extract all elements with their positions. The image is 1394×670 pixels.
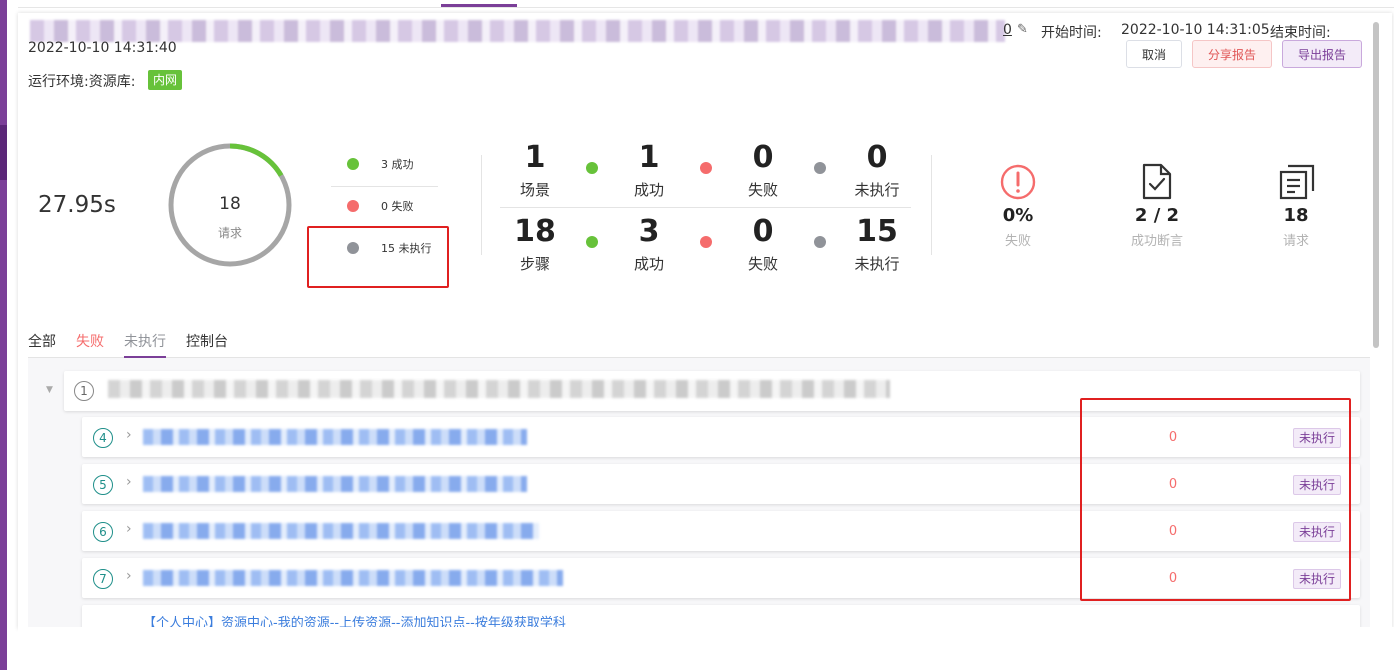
vertical-scrollbar[interactable] bbox=[1373, 22, 1379, 348]
pencil-icon[interactable]: ✎ bbox=[1017, 22, 1028, 37]
scenes-total-label: 场景 bbox=[519, 181, 550, 199]
top-tab-bar bbox=[18, 0, 1394, 8]
report-title-redacted bbox=[30, 20, 1005, 42]
request-count-label: 请求 bbox=[1282, 234, 1309, 249]
collapse-triangle-icon[interactable]: ▼ bbox=[46, 385, 53, 395]
step-index: 5 bbox=[93, 475, 113, 495]
chevron-right-icon[interactable]: › bbox=[126, 521, 132, 537]
tab-fail[interactable]: 失败 bbox=[76, 331, 104, 351]
step-title-redacted bbox=[143, 570, 563, 586]
app-side-strip-active bbox=[0, 125, 7, 180]
step-title-redacted bbox=[143, 523, 539, 539]
scenes-success-label: 成功 bbox=[633, 181, 664, 199]
chevron-right-icon[interactable]: › bbox=[126, 427, 132, 443]
copy-document-icon bbox=[1279, 164, 1315, 200]
success-dot-icon bbox=[347, 158, 359, 170]
stats-divider-right bbox=[931, 155, 932, 255]
legend-divider bbox=[331, 186, 438, 187]
scenes-skip-dot-icon bbox=[814, 162, 826, 174]
legend-success: 3 成功 bbox=[347, 156, 414, 172]
step-index: 7 bbox=[93, 569, 113, 589]
step-index: 4 bbox=[93, 428, 113, 448]
step-index: 6 bbox=[93, 522, 113, 542]
steps-skip: 15 bbox=[856, 214, 898, 249]
environment-label: 运行环境:资源库: bbox=[28, 74, 136, 90]
share-report-button[interactable]: 分享报告 bbox=[1192, 40, 1272, 68]
fail-rate-label: 失败 bbox=[1004, 234, 1031, 249]
chevron-right-icon[interactable]: › bbox=[126, 474, 132, 490]
tab-console[interactable]: 控制台 bbox=[186, 331, 228, 351]
tab-all[interactable]: 全部 bbox=[28, 331, 56, 351]
steps-success-dot-icon bbox=[586, 236, 598, 248]
steps-fail-label: 失败 bbox=[747, 255, 778, 273]
end-time-value: 2022-10-10 14:31:40 bbox=[28, 40, 177, 56]
app-side-strip bbox=[0, 0, 7, 670]
ring-total: 18 bbox=[219, 194, 241, 214]
steps-fail: 0 bbox=[752, 214, 774, 249]
ring-label: 请求 bbox=[217, 226, 242, 240]
root-index: 1 bbox=[74, 381, 94, 401]
stats-row-divider bbox=[500, 207, 911, 208]
step-title-redacted bbox=[143, 429, 527, 445]
legend-success-label: 3 成功 bbox=[381, 158, 414, 171]
total-duration: 27.95s bbox=[38, 192, 116, 218]
assertion-value: 2 / 2 bbox=[1134, 205, 1180, 226]
scenes-fail-label: 失败 bbox=[747, 181, 778, 199]
chevron-right-icon[interactable]: › bbox=[126, 568, 132, 584]
scenes-success: 1 bbox=[638, 140, 660, 175]
scenes-success-dot-icon bbox=[586, 162, 598, 174]
annotation-box-counts bbox=[1080, 398, 1351, 601]
fail-rate-value: 0% bbox=[1002, 205, 1034, 226]
warning-circle-icon bbox=[1000, 164, 1036, 200]
steps-success-label: 成功 bbox=[633, 255, 664, 273]
environment-tag: 内网 bbox=[148, 70, 183, 90]
fail-dot-icon bbox=[347, 200, 359, 212]
request-count-value: 18 bbox=[1283, 205, 1309, 226]
edit-count[interactable]: 0 bbox=[1003, 22, 1012, 38]
step-title-redacted bbox=[143, 476, 527, 492]
start-time-label: 开始时间: bbox=[1041, 25, 1102, 41]
cancel-button[interactable]: 取消 bbox=[1126, 40, 1182, 68]
steps-total-label: 步骤 bbox=[519, 255, 550, 273]
legend-fail-label: 0 失败 bbox=[381, 200, 414, 213]
tab-skipped[interactable]: 未执行 bbox=[124, 331, 166, 351]
start-time-value: 2022-10-10 14:31:05 bbox=[1121, 22, 1270, 38]
steps-total: 18 bbox=[514, 214, 556, 249]
page-bottom bbox=[18, 627, 1394, 670]
scenes-total: 1 bbox=[524, 140, 546, 175]
check-document-icon bbox=[1142, 163, 1172, 200]
scenes-skip-label: 未执行 bbox=[854, 181, 900, 199]
steps-success: 3 bbox=[638, 214, 660, 249]
scenes-skip: 0 bbox=[866, 140, 888, 175]
end-time-label: 结束时间: bbox=[1270, 25, 1331, 41]
steps-fail-dot-icon bbox=[700, 236, 712, 248]
top-tab-active-indicator bbox=[441, 4, 517, 7]
scenes-fail-dot-icon bbox=[700, 162, 712, 174]
annotation-box-legend bbox=[307, 226, 449, 288]
export-report-button[interactable]: 导出报告 bbox=[1282, 40, 1362, 68]
scenes-fail: 0 bbox=[752, 140, 774, 175]
assertion-label: 成功断言 bbox=[1130, 234, 1183, 249]
stats-divider-left bbox=[481, 155, 482, 255]
root-title-redacted bbox=[108, 380, 890, 398]
legend-fail: 0 失败 bbox=[347, 198, 414, 214]
steps-skip-label: 未执行 bbox=[854, 255, 900, 273]
steps-skip-dot-icon bbox=[814, 236, 826, 248]
